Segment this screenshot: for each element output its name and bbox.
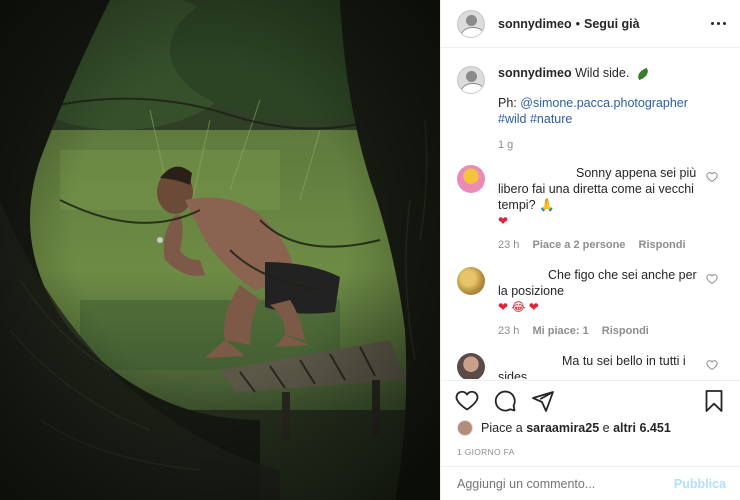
more-horizontal-icon[interactable] (711, 22, 726, 25)
comment-like-heart-icon[interactable] (706, 171, 718, 183)
reply-button[interactable]: Rispondi (602, 325, 649, 337)
comment-text-content: Ma tu sei bello in tutti i sides (498, 354, 686, 379)
caption-credit: Ph: @simone.pacca.photographer #wild #na… (498, 95, 688, 127)
comment-text: Ma tu sei bello in tutti i sides 😍😍😍😍 (498, 353, 703, 379)
caption-time[interactable]: 1 g (498, 139, 726, 151)
liker-username[interactable]: saraamira25 (526, 421, 599, 435)
comment-text: Sonny appena sei più libero fai una dire… (498, 165, 703, 229)
likes-prefix: Piace a (481, 421, 523, 435)
caption: sonnydimeo Wild side. Ph: @simone.pacca.… (457, 65, 726, 127)
commenter-avatar[interactable] (457, 165, 485, 193)
comment-time[interactable]: 23 h (498, 325, 519, 337)
commenter-avatar[interactable] (457, 267, 485, 295)
comment-text-content: Sonny appena sei più libero fai una dire… (498, 166, 697, 212)
comment-meta: 23 h Piace a 2 persone Rispondi (498, 237, 703, 253)
comment: Sonny appena sei più libero fai una dire… (457, 165, 726, 253)
photographer-link[interactable]: @simone.pacca.photographer (520, 96, 688, 110)
caption-body: sonnydimeo Wild side. Ph: @simone.pacca.… (498, 65, 688, 127)
liker-avatar[interactable] (457, 420, 473, 436)
comment-emoji: ❤ 😂 ❤ (498, 300, 539, 314)
likes-summary: Piace a saraamira25 e altri 6.451 (457, 420, 671, 436)
side-panel: sonnydimeo • Segui già sonnydimeo Wild s… (440, 0, 740, 500)
author-avatar[interactable] (457, 9, 485, 38)
comment: Che figo che sei anche per la posizione … (457, 267, 726, 339)
post-date[interactable]: 1 GIORNO FA (457, 447, 515, 457)
comment-input[interactable] (457, 476, 674, 491)
likes-middle: e (602, 421, 610, 435)
commenter-avatar[interactable] (457, 353, 485, 379)
comment-emoji: ❤ (498, 214, 509, 228)
comment: Ma tu sei bello in tutti i sides 😍😍😍😍 (457, 353, 726, 379)
comment-body: Ma tu sei bello in tutti i sides 😍😍😍😍 (498, 353, 703, 379)
add-comment-bar: Pubblica (441, 466, 740, 500)
heart-icon[interactable] (455, 389, 479, 413)
separator-dot: • (575, 16, 581, 31)
caption-text: Wild side. (575, 66, 630, 80)
comment-icon[interactable] (493, 389, 517, 413)
comment-text: Che figo che sei anche per la posizione … (498, 267, 703, 315)
reply-button[interactable]: Rispondi (639, 239, 686, 251)
action-bar (441, 380, 740, 420)
comment-like-heart-icon[interactable] (706, 273, 718, 285)
comment-body: Sonny appena sei più libero fai una dire… (498, 165, 703, 253)
post-header: sonnydimeo • Segui già (441, 0, 740, 48)
post-image (0, 0, 440, 500)
author-username[interactable]: sonnydimeo (498, 17, 572, 31)
following-button[interactable]: Segui già (584, 17, 640, 31)
bookmark-icon[interactable] (702, 389, 726, 413)
comment-likes[interactable]: Piace a 2 persone (532, 239, 625, 251)
send-icon[interactable] (531, 389, 555, 413)
caption-username[interactable]: sonnydimeo (498, 66, 572, 80)
comments-scroll[interactable]: sonnydimeo Wild side. Ph: @simone.pacca.… (441, 49, 740, 379)
comment-time[interactable]: 23 h (498, 239, 519, 251)
comment-like-heart-icon[interactable] (706, 359, 718, 371)
publish-button[interactable]: Pubblica (674, 477, 726, 491)
likes-others-link[interactable]: altri 6.451 (613, 421, 671, 435)
comment-meta: 23 h Mi piace: 1 Rispondi (498, 323, 703, 339)
caption-avatar[interactable] (457, 66, 485, 94)
comment-likes[interactable]: Mi piace: 1 (532, 325, 588, 337)
leaf-emoji-icon (635, 67, 650, 80)
comment-text-content: Che figo che sei anche per la posizione (498, 268, 697, 298)
post-photo[interactable] (0, 0, 440, 500)
instagram-post: sonnydimeo • Segui già sonnydimeo Wild s… (0, 0, 740, 500)
comment-body: Che figo che sei anche per la posizione … (498, 267, 703, 339)
hashtag-links[interactable]: #wild #nature (498, 112, 572, 126)
credit-prefix: Ph: (498, 96, 521, 110)
